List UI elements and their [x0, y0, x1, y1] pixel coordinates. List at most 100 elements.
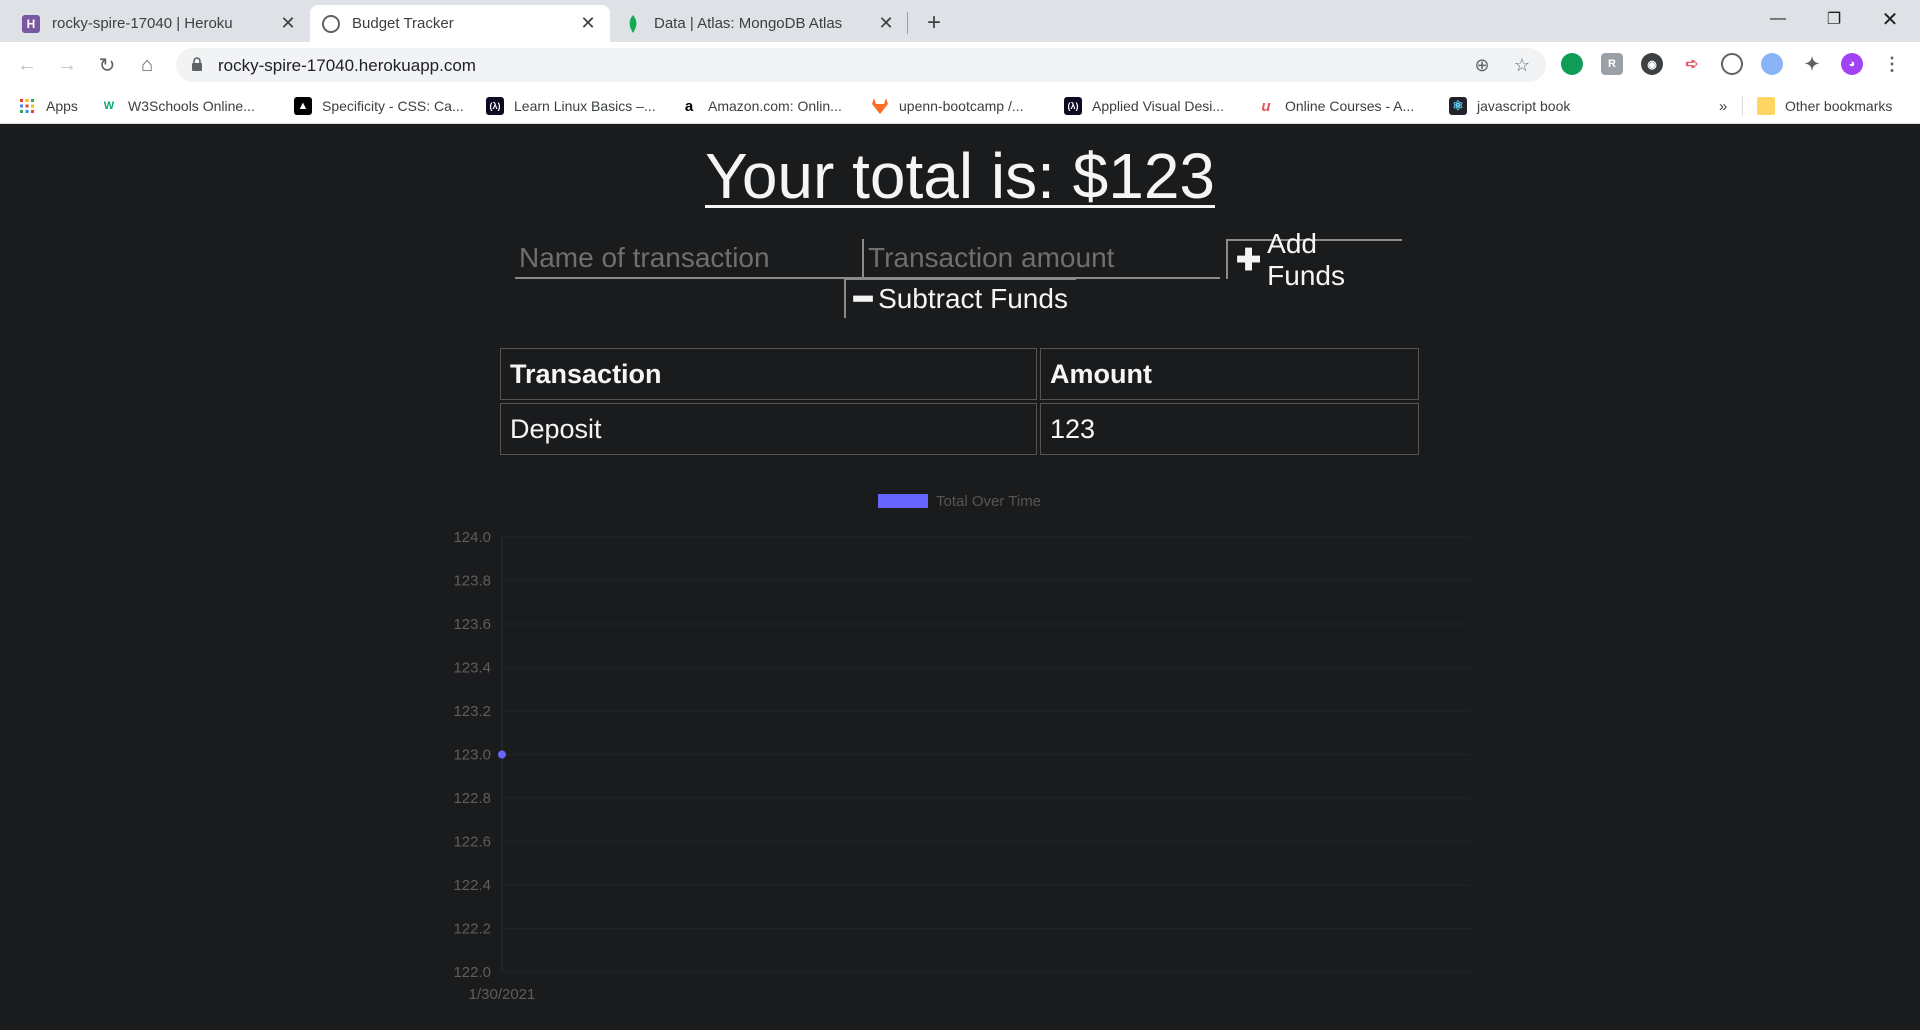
install-app-icon[interactable]: ⊕	[1471, 54, 1493, 76]
subtract-funds-button[interactable]: ━ Subtract Funds	[844, 278, 1076, 318]
bookmark-udemy[interactable]: u Online Courses - A...	[1257, 94, 1414, 118]
bookmark-javascript-book[interactable]: ⚛ javascript book	[1449, 94, 1570, 118]
url-text: rocky-spire-17040.herokuapp.com	[218, 56, 476, 75]
puzzle-extensions-icon[interactable]: ✦	[1801, 53, 1823, 75]
close-tab-icon[interactable]: ✕	[578, 13, 598, 34]
transactions-table: Transaction Amount Deposit 123	[497, 345, 1422, 458]
y-tick-label: 123.0	[453, 747, 491, 764]
bookmark-label: Online Courses - A...	[1285, 98, 1415, 114]
bookmark-label: javascript book	[1477, 98, 1571, 114]
legend-label: Total Over Time	[936, 493, 1041, 510]
blue-extension-icon[interactable]	[1761, 53, 1783, 75]
restore-button[interactable]: ❐	[1806, 0, 1862, 38]
apps-grid-icon	[18, 97, 36, 115]
bookmark-other-bookmarks[interactable]: Other bookmarks	[1757, 94, 1892, 118]
data-point	[498, 750, 506, 759]
reload-button[interactable]: ↻	[92, 50, 122, 80]
y-tick-label: 122.0	[453, 964, 491, 981]
bookmark-amazon[interactable]: a Amazon.com: Onlin...	[680, 94, 842, 118]
tab-strip: H rocky-spire-17040 | Heroku ✕ Budget Tr…	[0, 0, 1920, 42]
total-heading: Your total is: $123	[705, 140, 1215, 212]
y-tick-label: 122.2	[453, 921, 491, 938]
tab-title: Budget Tracker	[352, 15, 454, 32]
x-tick-label: 1/30/2021	[469, 986, 536, 1003]
add-funds-label: Add Funds	[1267, 228, 1345, 291]
bookmark-label: upenn-bootcamp /...	[899, 98, 1024, 114]
bookmark-applied-visual-design[interactable]: (λ) Applied Visual Desi...	[1064, 94, 1224, 118]
column-header-transaction: Transaction	[500, 348, 1037, 400]
legend-swatch	[878, 494, 928, 508]
tab-title: Data | Atlas: MongoDB Atlas	[654, 15, 843, 32]
bookmark-label: Applied Visual Desi...	[1092, 98, 1225, 114]
minus-icon: ━	[854, 282, 873, 316]
column-header-amount: Amount	[1040, 348, 1419, 400]
address-bar[interactable]: rocky-spire-17040.herokuapp.com ⊕ ☆	[176, 48, 1546, 82]
transaction-amount-cell: 123	[1040, 403, 1419, 455]
bookmark-label: W3Schools Online...	[128, 98, 255, 114]
y-tick-label: 123.6	[453, 616, 491, 633]
fcc-icon: (λ)	[486, 97, 504, 115]
gitlab-icon	[871, 97, 889, 115]
forward-button[interactable]: →	[52, 50, 82, 80]
y-tick-label: 122.8	[453, 790, 491, 807]
tab-budget-tracker[interactable]: Budget Tracker ✕	[310, 5, 610, 42]
plus-icon: ✚	[1236, 243, 1262, 277]
profile-avatar[interactable]: ◕	[1841, 53, 1863, 75]
w3schools-icon: W	[103, 100, 115, 112]
tab-title: rocky-spire-17040 | Heroku	[52, 15, 233, 32]
lock-icon	[192, 57, 202, 71]
tab-separator	[907, 12, 908, 34]
bookmark-linux-basics[interactable]: (λ) Learn Linux Basics –...	[486, 94, 656, 118]
budget-tracker-page: Your total is: $123 ✚ Add Funds ━ Subtra…	[0, 125, 1920, 1030]
new-tab-button[interactable]: +	[919, 8, 949, 38]
y-tick-label: 122.4	[453, 877, 491, 894]
y-tick-label: 122.6	[453, 834, 491, 851]
y-tick-label: 124.0	[453, 529, 491, 546]
home-button[interactable]: ⌂	[132, 50, 162, 80]
udemy-icon: u	[1261, 97, 1271, 115]
bookmark-label: Other bookmarks	[1785, 98, 1893, 114]
bookmark-label: Amazon.com: Onlin...	[708, 98, 842, 114]
code-extension-icon[interactable]	[1721, 53, 1743, 75]
bookmarks-bar: Apps W W3Schools Online... ▲ Specificity…	[0, 87, 1920, 124]
bookmark-star-icon[interactable]: ☆	[1511, 54, 1533, 76]
browser-toolbar: ← → ↻ ⌂ rocky-spire-17040.herokuapp.com …	[0, 42, 1920, 87]
transaction-name-input[interactable]	[515, 239, 863, 279]
transaction-name-cell: Deposit	[500, 403, 1037, 455]
close-tab-icon[interactable]: ✕	[876, 13, 896, 34]
tab-heroku[interactable]: H rocky-spire-17040 | Heroku ✕	[10, 5, 310, 42]
fcc-icon: (λ)	[1064, 97, 1082, 115]
bookmark-label: Apps	[46, 98, 78, 114]
total-over-time-chart: Total Over Time 124.0 123.8 123.6 123.4 123.2…	[453, 493, 1470, 1003]
table-header-row: Transaction Amount	[500, 348, 1419, 400]
incognito-extension-icon[interactable]: ◉	[1641, 53, 1663, 75]
extension-icon[interactable]: R	[1601, 53, 1623, 75]
transaction-amount-input[interactable]	[862, 239, 1220, 279]
add-funds-button[interactable]: ✚ Add Funds	[1226, 228, 1402, 291]
bookmarks-divider	[1742, 96, 1743, 116]
bookmark-label: Learn Linux Basics –...	[514, 98, 656, 114]
bookmark-mdn[interactable]: ▲ Specificity - CSS: Ca...	[294, 94, 464, 118]
tab-mongodb-atlas[interactable]: Data | Atlas: MongoDB Atlas ✕	[612, 5, 908, 42]
table-row: Deposit 123	[500, 403, 1419, 455]
y-tick-label: 123.2	[453, 703, 491, 720]
y-tick-label: 123.8	[453, 573, 491, 590]
react-icon: ⚛	[1449, 97, 1467, 115]
close-tab-icon[interactable]: ✕	[278, 13, 298, 34]
minimize-button[interactable]: —	[1750, 0, 1806, 38]
heroku-icon: H	[22, 14, 40, 33]
bookmark-w3schools[interactable]: W W3Schools Online...	[100, 94, 255, 118]
grammarly-extension-icon[interactable]	[1561, 53, 1583, 75]
bookmark-apps[interactable]: Apps	[18, 94, 78, 118]
cast-extension-icon[interactable]: ➪	[1681, 53, 1703, 75]
bookmark-label: Specificity - CSS: Ca...	[322, 98, 464, 114]
folder-icon	[1757, 97, 1775, 115]
amazon-icon: a	[684, 97, 694, 115]
back-button[interactable]: ←	[12, 50, 42, 80]
close-window-button[interactable]: ✕	[1862, 0, 1918, 38]
budget-icon	[322, 14, 340, 33]
menu-kebab-icon[interactable]: ⋮	[1881, 53, 1903, 75]
bookmark-gitlab[interactable]: upenn-bootcamp /...	[871, 94, 1024, 118]
bookmarks-overflow-button[interactable]: »	[1719, 94, 1727, 118]
subtract-funds-label: Subtract Funds	[878, 283, 1068, 314]
